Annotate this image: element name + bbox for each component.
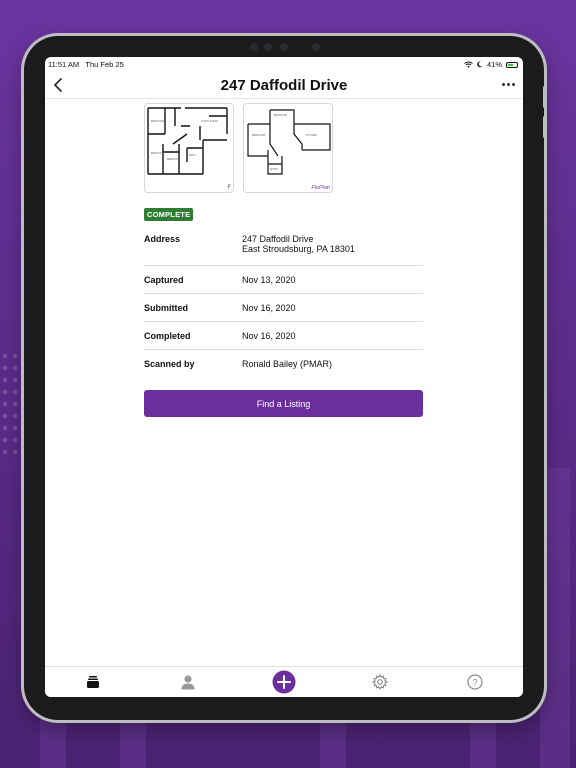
ellipsis-icon — [501, 82, 505, 86]
address-line-1: 247 Daffodil Drive — [242, 234, 314, 244]
thumbnail-tag: FloPlan — [311, 185, 330, 191]
volume-button — [543, 116, 546, 138]
svg-text:BEDROOM: BEDROOM — [151, 152, 164, 155]
address-line-2: East Stroudsburg, PA 18301 — [242, 244, 355, 254]
detail-row-submitted: Submitted Nov 16, 2020 — [144, 294, 423, 322]
scan-details: BEDROOM LIVING ROOM BEDROOM BEDROOM BATH… — [144, 103, 424, 417]
floor-plan-image: BEDROOM BEDROOM KITCHEN ENTRY — [247, 109, 331, 175]
svg-text:LIVING ROOM: LIVING ROOM — [201, 120, 218, 123]
app-screen: 11:51 AM Thu Feb 25 41% 247 Daffodil Dri… — [45, 57, 523, 697]
ellipsis-icon — [511, 82, 515, 86]
svg-text:BATH: BATH — [189, 154, 196, 157]
tab-profile[interactable] — [168, 668, 208, 696]
plus-circle-icon — [272, 670, 296, 694]
svg-text:BEDROOM: BEDROOM — [167, 158, 180, 161]
detail-value: Nov 16, 2020 — [242, 303, 296, 313]
status-time: 11:51 AM Thu Feb 25 — [48, 60, 124, 69]
status-right: 41% — [464, 60, 518, 69]
battery-percent: 41% — [486, 60, 502, 69]
details-table: Address 247 Daffodil Drive East Stroudsb… — [144, 230, 423, 378]
camera-dot — [250, 43, 258, 51]
page-title: 247 Daffodil Drive — [220, 77, 348, 94]
tab-new-scan[interactable] — [264, 668, 304, 696]
floor-plan-thumbnail-1[interactable]: BEDROOM LIVING ROOM BEDROOM BEDROOM BATH… — [144, 103, 234, 193]
status-date: Thu Feb 25 — [85, 60, 124, 69]
floor-plan-thumbnail-2[interactable]: BEDROOM BEDROOM KITCHEN ENTRY FloPlan — [243, 103, 333, 193]
volume-button — [543, 86, 546, 108]
detail-label: Completed — [144, 331, 191, 341]
camera-dot — [264, 43, 272, 51]
detail-row-address: Address 247 Daffodil Drive East Stroudsb… — [144, 230, 423, 266]
detail-row-captured: Captured Nov 13, 2020 — [144, 266, 423, 294]
person-icon — [181, 675, 195, 690]
detail-row-scanned-by: Scanned by Ronald Bailey (PMAR) — [144, 350, 423, 378]
detail-value: 247 Daffodil Drive East Stroudsburg, PA … — [242, 234, 423, 265]
tab-settings[interactable] — [360, 668, 400, 696]
background-bar — [540, 468, 570, 768]
gear-icon — [371, 674, 388, 690]
status-time-text: 11:51 AM — [48, 60, 80, 69]
detail-value: Nov 13, 2020 — [242, 275, 296, 285]
battery-icon — [506, 61, 518, 68]
floor-plan-thumbnails: BEDROOM LIVING ROOM BEDROOM BEDROOM BATH… — [144, 103, 424, 193]
ellipsis-icon — [506, 82, 510, 86]
detail-value: Nov 16, 2020 — [242, 331, 296, 341]
svg-text:BEDROOM: BEDROOM — [151, 120, 164, 123]
navigation-bar: 247 Daffodil Drive — [45, 71, 523, 99]
floor-plan-image: BEDROOM LIVING ROOM BEDROOM BEDROOM BATH — [147, 107, 228, 175]
detail-value: Ronald Bailey (PMAR) — [242, 359, 333, 369]
tab-bar: ? — [45, 666, 523, 697]
tablet-device: 11:51 AM Thu Feb 25 41% 247 Daffodil Dri… — [24, 36, 546, 720]
detail-label: Scanned by — [144, 359, 195, 369]
svg-text:KITCHEN: KITCHEN — [306, 134, 317, 137]
detail-label: Captured — [144, 275, 184, 285]
find-listing-button[interactable]: Find a Listing — [144, 390, 423, 417]
status-badge: COMPLETE — [144, 208, 194, 221]
thumbnail-tag: F — [227, 185, 231, 191]
moon-icon — [476, 61, 483, 68]
svg-text:ENTRY: ENTRY — [270, 168, 279, 171]
help-icon: ? — [467, 674, 483, 690]
more-options-button[interactable] — [499, 77, 517, 91]
detail-label: Submitted — [144, 303, 188, 313]
svg-text:?: ? — [473, 678, 478, 688]
camera-dot — [280, 43, 288, 51]
camera-lens — [312, 43, 320, 51]
detail-row-completed: Completed Nov 16, 2020 — [144, 322, 423, 350]
tab-scans[interactable] — [73, 668, 113, 696]
wifi-icon — [464, 61, 473, 68]
svg-text:BEDROOM: BEDROOM — [252, 134, 265, 137]
status-bar: 11:51 AM Thu Feb 25 41% — [45, 57, 523, 71]
detail-label: Address — [144, 234, 181, 244]
tab-help[interactable]: ? — [455, 668, 495, 696]
svg-text:BEDROOM: BEDROOM — [274, 114, 287, 117]
stack-icon — [86, 676, 99, 688]
